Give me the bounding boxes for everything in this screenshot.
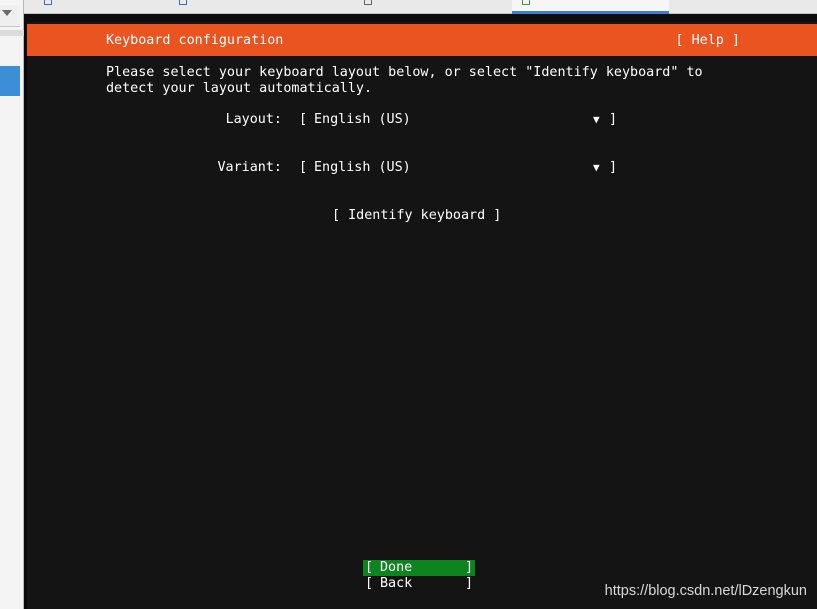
intro-text: Please select your keyboard layout below… — [106, 65, 703, 96]
host-tab-active[interactable] — [512, 0, 669, 14]
host-panel-divider — [0, 30, 24, 36]
variant-select[interactable]: [ English (US) ▼ ] — [299, 160, 619, 176]
done-label: Done — [380, 560, 413, 575]
select-bracket-right: ] — [609, 112, 618, 127]
dropdown-arrow-icon: ▼ — [593, 113, 600, 126]
host-side-panel — [0, 0, 24, 609]
identify-keyboard-button[interactable]: [ Identify keyboard ] — [332, 208, 501, 223]
watermark: https://blog.csdn.net/lDzengkun — [604, 583, 807, 599]
dropdown-arrow-icon: ▼ — [593, 161, 600, 174]
host-tab-1[interactable] — [44, 0, 154, 14]
select-bracket-left: [ — [299, 112, 308, 127]
layout-row: Layout: [ English (US) ▼ ] — [27, 112, 817, 128]
select-bracket-right: ] — [609, 160, 618, 175]
page-icon — [44, 0, 52, 5]
host-tab-3[interactable] — [364, 0, 474, 14]
vm-console-top-edge — [24, 14, 817, 22]
host-dropdown[interactable] — [0, 5, 20, 27]
button-bracket-right: ] — [465, 576, 474, 591]
layout-select[interactable]: [ English (US) ▼ ] — [299, 112, 619, 128]
page-icon — [179, 0, 187, 5]
host-tab-bar — [24, 0, 817, 14]
page-title: Keyboard configuration — [106, 33, 284, 48]
help-button[interactable]: [ Help ] — [676, 33, 741, 48]
back-button[interactable]: [ Back ] — [363, 576, 475, 592]
button-bracket-left: [ — [365, 576, 374, 591]
select-bracket-left: [ — [299, 160, 308, 175]
layout-label: Layout: — [225, 112, 282, 127]
installer-screen: Keyboard configuration [ Help ] Please s… — [24, 22, 817, 609]
done-button[interactable]: [ Done ] — [363, 560, 475, 576]
chevron-down-icon — [2, 10, 12, 16]
host-selected-item[interactable] — [0, 66, 20, 96]
host-tab-2[interactable] — [179, 0, 289, 14]
back-label: Back — [380, 576, 413, 591]
header-bar: Keyboard configuration [ Help ] — [27, 24, 817, 56]
button-bracket-left: [ — [365, 560, 374, 575]
variant-label: Variant: — [217, 160, 283, 175]
button-bracket-right: ] — [465, 560, 474, 575]
console-icon — [522, 0, 530, 5]
monitor-icon — [364, 0, 372, 5]
layout-value: English (US) — [314, 112, 411, 127]
variant-row: Variant: [ English (US) ▼ ] — [27, 160, 817, 176]
variant-value: English (US) — [314, 160, 411, 175]
